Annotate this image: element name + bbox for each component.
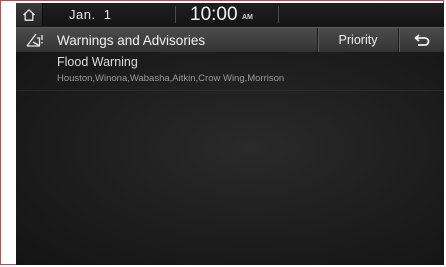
status-divider [278,6,279,23]
status-time: 10:00 [190,4,238,25]
status-bar: Jan. 1 10:00 AM [16,3,444,26]
status-date: Jan. 1 [69,7,112,22]
priority-button[interactable]: Priority [318,28,398,52]
page-title: Warnings and Advisories [57,33,206,48]
warning-areas: Houston,Winona,Wabasha,Aitkin,Crow Wing,… [57,73,285,84]
list-item[interactable]: Flood Warning Houston,Winona,Wabasha,Ait… [16,52,444,91]
status-divider [175,6,176,23]
title-bar: Warnings and Advisories Priority [16,27,444,53]
back-button[interactable] [399,28,444,52]
warning-advisory-icon [26,33,43,47]
warning-title: Flood Warning [57,55,138,69]
status-ampm: AM [242,14,253,21]
home-button[interactable] [16,3,43,26]
home-icon [23,8,35,21]
back-arrow-icon [414,34,429,46]
warnings-list: Flood Warning Houston,Winona,Wabasha,Ait… [16,52,444,265]
infotainment-screen: Jan. 1 10:00 AM Warnings and Advisories … [16,3,444,265]
screenshot-frame: Jan. 1 10:00 AM Warnings and Advisories … [0,0,444,265]
